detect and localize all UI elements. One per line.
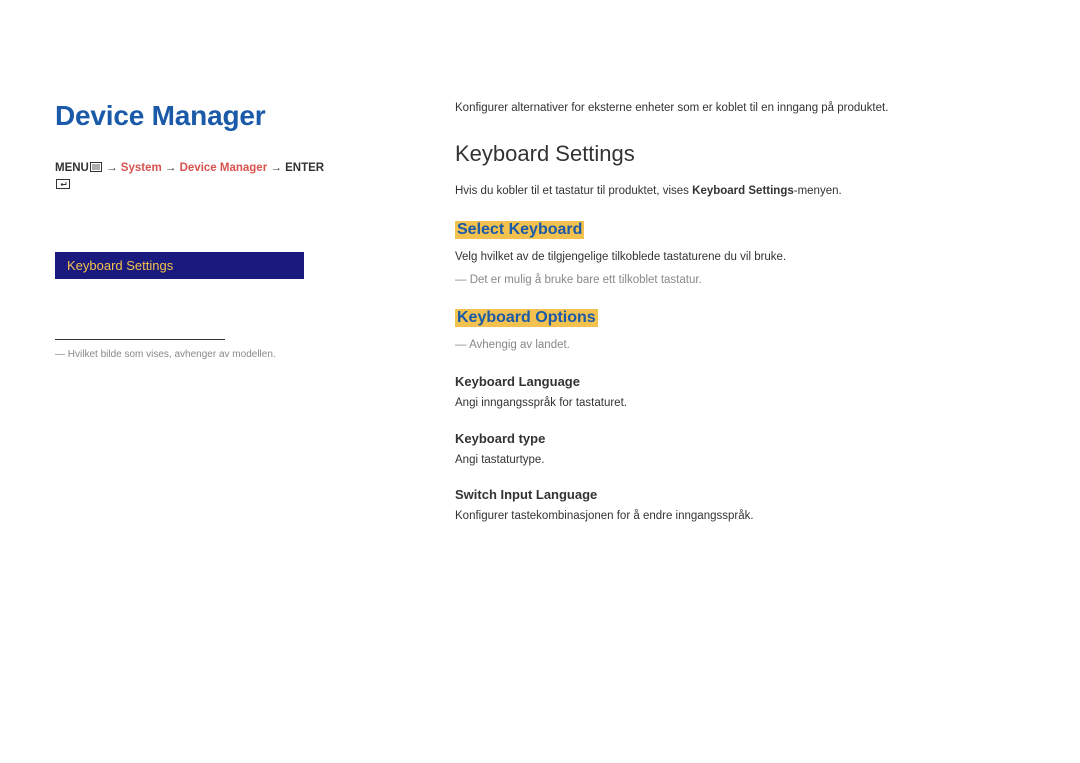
select-keyboard-body: Velg hvilket av de tilgjengelige tilkobl… xyxy=(455,249,1025,266)
intro-text: Konfigurer alternativer for eksterne enh… xyxy=(455,100,1025,117)
select-keyboard-note: Det er mulig å bruke bare ett tilkoblet … xyxy=(455,272,1025,289)
keyboard-options-note: Avhengig av landet. xyxy=(455,337,1025,354)
section-title: Keyboard Settings xyxy=(455,141,1025,167)
page-title: Device Manager xyxy=(55,100,330,132)
enter-icon xyxy=(56,178,70,194)
footnote-divider xyxy=(55,339,225,340)
menu-item-keyboard-settings: Keyboard Settings xyxy=(55,252,304,279)
subsection-keyboard-type: Keyboard type Angi tastaturtype. xyxy=(455,431,1025,469)
switch-input-language-title: Switch Input Language xyxy=(455,487,1025,502)
breadcrumb-device-manager: Device Manager xyxy=(180,162,268,174)
subsection-keyboard-language: Keyboard Language Angi inngangsspråk for… xyxy=(455,374,1025,412)
left-column: Device Manager MENU → System → Device Ma… xyxy=(55,100,330,543)
desc-bold: Keyboard Settings xyxy=(692,185,794,197)
breadcrumb-enter: ENTER xyxy=(285,162,324,174)
keyboard-type-title: Keyboard type xyxy=(455,431,1025,446)
document-page: Device Manager MENU → System → Device Ma… xyxy=(0,0,1080,583)
keyboard-language-body: Angi inngangsspråk for tastaturet. xyxy=(455,395,1025,412)
desc-suffix: -menyen. xyxy=(794,185,842,197)
right-column: Konfigurer alternativer for eksterne enh… xyxy=(455,100,1025,543)
desc-prefix: Hvis du kobler til et tastatur til produ… xyxy=(455,185,692,197)
breadcrumb: MENU → System → Device Manager → ENTER xyxy=(55,160,330,194)
keyboard-language-title: Keyboard Language xyxy=(455,374,1025,389)
breadcrumb-menu: MENU xyxy=(55,162,89,174)
subhead-select-keyboard: Select Keyboard xyxy=(455,221,584,239)
subsection-switch-input-language: Switch Input Language Konfigurer tasteko… xyxy=(455,487,1025,525)
breadcrumb-arrow: → xyxy=(165,162,180,174)
breadcrumb-arrow: → xyxy=(106,162,121,174)
breadcrumb-system: System xyxy=(121,162,162,174)
footnote-text: Hvilket bilde som vises, avhenger av mod… xyxy=(55,348,330,362)
section-description: Hvis du kobler til et tastatur til produ… xyxy=(455,183,1025,200)
menu-icon xyxy=(90,161,102,177)
subhead-keyboard-options: Keyboard Options xyxy=(455,309,598,327)
keyboard-type-body: Angi tastaturtype. xyxy=(455,452,1025,469)
breadcrumb-arrow: → xyxy=(270,162,285,174)
switch-input-language-body: Konfigurer tastekombinasjonen for å endr… xyxy=(455,508,1025,525)
